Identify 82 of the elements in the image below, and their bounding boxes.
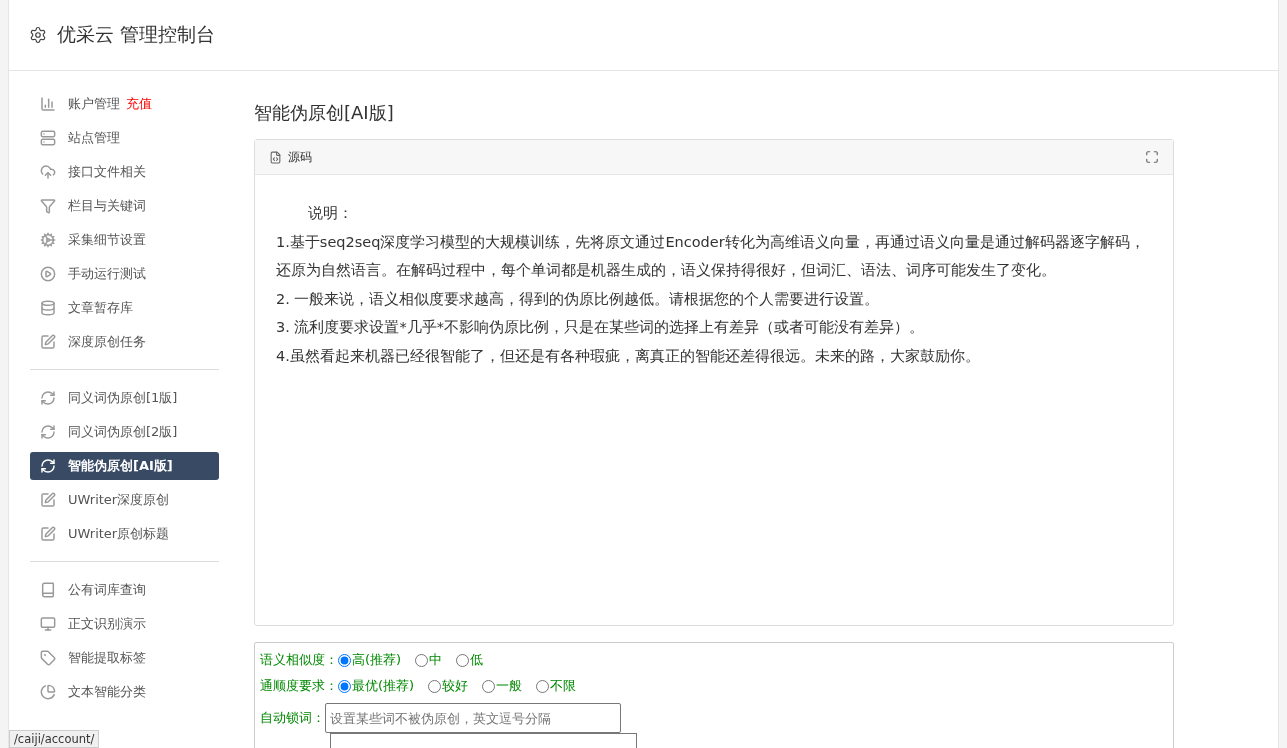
sidebar-item[interactable]: 站点管理 bbox=[30, 124, 219, 152]
radio-button[interactable] bbox=[415, 653, 429, 667]
pie-chart-icon bbox=[40, 684, 56, 700]
sidebar-label: 栏目与关键词 bbox=[68, 197, 146, 215]
sidebar-item[interactable]: 采集细节设置 bbox=[30, 226, 219, 254]
radio-button[interactable] bbox=[482, 679, 496, 693]
sidebar-item[interactable]: 同义词伪原创[1版] bbox=[30, 384, 219, 412]
play-icon bbox=[40, 266, 56, 282]
sidebar-item[interactable]: 文本智能分类 bbox=[30, 678, 219, 706]
sidebar-item[interactable]: 同义词伪原创[2版] bbox=[30, 418, 219, 446]
sidebar-label: 深度原创任务 bbox=[68, 333, 146, 351]
sidebar-item[interactable]: 智能提取标签 bbox=[30, 644, 219, 672]
server-icon bbox=[40, 130, 56, 146]
sidebar-item[interactable]: 深度原创任务 bbox=[30, 328, 219, 356]
status-url-tooltip: /caiji/account/ bbox=[9, 730, 100, 748]
radio-button[interactable] bbox=[338, 653, 351, 667]
sidebar-item[interactable]: UWriter原创标题 bbox=[30, 520, 219, 548]
sidebar-label: 正文识别演示 bbox=[68, 615, 146, 633]
paragraph: 3. 流利度要求设置*几乎*不影响伪原比例，只是在某些词的选择上有差异（或者可能没有差异）。 bbox=[276, 318, 925, 337]
sidebar-label: 同义词伪原创[1版] bbox=[68, 389, 178, 407]
radio-option[interactable]: 中 bbox=[415, 651, 443, 669]
option-label: 语义相似度： bbox=[260, 651, 338, 669]
sidebar-item[interactable]: 接口文件相关 bbox=[30, 158, 219, 186]
fullscreen-button[interactable] bbox=[1145, 150, 1159, 164]
option-label: 通顺度要求： bbox=[260, 677, 338, 695]
database-icon bbox=[40, 300, 56, 316]
radio-button[interactable] bbox=[456, 653, 470, 667]
source-button[interactable]: 源码 bbox=[269, 148, 312, 166]
edit-icon bbox=[40, 526, 56, 542]
sidebar-label: 站点管理 bbox=[68, 129, 120, 147]
monitor-icon bbox=[40, 616, 56, 632]
radio-button[interactable] bbox=[428, 679, 442, 693]
bar-chart-icon bbox=[40, 96, 56, 112]
paragraph: 2. 一般来说，语义相似度要求越高，得到的伪原比例越低。请根据您的个人需要进行设置。 bbox=[276, 289, 881, 309]
sidebar-label: 文章暂存库 bbox=[68, 299, 133, 317]
sidebar-label: 接口文件相关 bbox=[68, 163, 146, 181]
sidebar-label: 同义词伪原创[2版] bbox=[68, 423, 178, 441]
input-field[interactable]: 设置某些词不被伪原创，英文逗号分隔 bbox=[325, 703, 621, 733]
edit-icon bbox=[40, 334, 56, 350]
option-label: 自动锁词： bbox=[260, 709, 325, 727]
paragraph: 1.基于seq2seq深度学习模型的大规模训练，先将原文通过Encoder转化为高维语义向量，再通过语义向量是通过解码器逐字解码，还原为自然语言。在解码过程中，每个单词都是机器生成的，语义保持得很好，但词汇、语法、词序可能发生了变化。 bbox=[276, 232, 1146, 280]
sidebar-label: 账户管理 bbox=[68, 95, 120, 113]
radio-button[interactable] bbox=[536, 679, 550, 693]
tag-icon bbox=[40, 650, 56, 666]
filter-icon bbox=[40, 198, 56, 214]
app-title: 优采云 管理控制台 bbox=[57, 22, 216, 47]
refresh-icon bbox=[40, 390, 56, 406]
settings-icon bbox=[29, 26, 47, 44]
radio-option[interactable]: 一般 bbox=[482, 677, 523, 695]
refresh-icon bbox=[40, 458, 56, 474]
sidebar-item[interactable]: 公有词库查询 bbox=[30, 576, 219, 604]
sidebar-item[interactable]: UWriter深度原创 bbox=[30, 486, 219, 514]
input-field[interactable] bbox=[330, 733, 637, 748]
sidebar-label: 公有词库查询 bbox=[68, 581, 146, 599]
sidebar-label: UWriter原创标题 bbox=[68, 525, 170, 543]
sidebar-item[interactable]: 栏目与关键词 bbox=[30, 192, 219, 220]
sidebar-label: 手动运行测试 bbox=[68, 265, 146, 283]
radio-option[interactable]: 最优(推荐) bbox=[338, 677, 415, 695]
sidebar-label: 智能伪原创[AI版] bbox=[68, 457, 173, 475]
paragraph: 4.虽然看起来机器已经很智能了，但还是有各种瑕疵，离真正的智能还差得很远。未来的路，大家鼓励你。 bbox=[276, 346, 981, 366]
cloud-upload-icon bbox=[40, 164, 56, 180]
radio-option[interactable]: 不限 bbox=[536, 677, 577, 695]
sidebar-item[interactable]: 账户管理 充值 bbox=[30, 90, 219, 118]
sidebar-item[interactable]: 正文识别演示 bbox=[30, 610, 219, 638]
radio-option[interactable]: 较好 bbox=[428, 677, 469, 695]
radio-option[interactable]: 低 bbox=[456, 651, 484, 669]
book-icon bbox=[40, 582, 56, 598]
intro-text: 说明： bbox=[307, 204, 354, 223]
page-title: 智能伪原创[AI版] bbox=[254, 101, 395, 125]
file-code-icon bbox=[269, 150, 282, 164]
sidebar-label: UWriter深度原创 bbox=[68, 491, 170, 509]
sidebar-label: 智能提取标签 bbox=[68, 649, 146, 667]
sidebar-item[interactable]: 手动运行测试 bbox=[30, 260, 219, 288]
radio-button[interactable] bbox=[338, 679, 351, 693]
recharge-badge[interactable]: 充值 bbox=[126, 95, 152, 113]
sidebar-item[interactable]: 智能伪原创[AI版] bbox=[30, 452, 219, 480]
sidebar-label: 文本智能分类 bbox=[68, 683, 146, 701]
edit-icon bbox=[40, 492, 56, 508]
sidebar-item[interactable]: 文章暂存库 bbox=[30, 294, 219, 322]
refresh-icon bbox=[40, 424, 56, 440]
sidebar-label: 采集细节设置 bbox=[68, 231, 146, 249]
radio-option[interactable]: 高(推荐) bbox=[338, 651, 402, 669]
